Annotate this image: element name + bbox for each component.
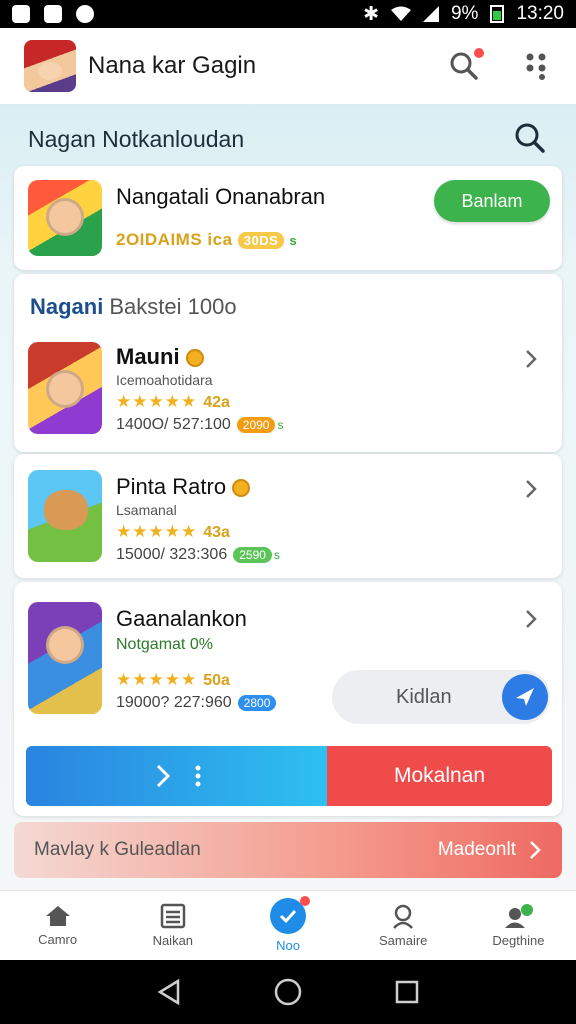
home-icon <box>45 906 70 926</box>
featured-meta-pill: 30DS <box>237 232 285 250</box>
back-icon[interactable] <box>156 978 182 1006</box>
game-thumbnail <box>28 342 102 434</box>
action-bar: Mokalnan <box>26 746 552 806</box>
item-stats: 19000? 227:960 2800 <box>116 694 277 712</box>
nav-search[interactable]: Samaire <box>346 891 461 960</box>
more-options-button[interactable] <box>520 50 552 82</box>
next-action-button[interactable] <box>26 746 327 806</box>
list-item[interactable]: Pinta Ratro Lsamanal ★★★★★ 43a 15000/ 323… <box>14 454 562 578</box>
battery-icon <box>490 5 505 23</box>
app-title: Nana kar Gagin <box>88 52 257 79</box>
notification-dot <box>474 48 484 58</box>
coin-icon <box>185 349 204 368</box>
main-content: Nagan Notkanloudan Nangatali Onanabran 2… <box>0 104 576 890</box>
notification-dot <box>300 896 310 906</box>
featured-game-card[interactable]: Nangatali Onanabran 2OIDAIMS ica 30DS s … <box>14 166 562 270</box>
item-title: Mauni <box>116 344 204 370</box>
list-icon <box>160 903 186 929</box>
bluetooth-icon: ✱ <box>363 3 379 25</box>
battery-percent: 9% <box>450 3 479 24</box>
download-label: Kidlan <box>396 685 452 708</box>
search-icon <box>515 123 545 153</box>
item-rating: ★★★★★ 43a <box>116 522 230 541</box>
chevron-right-icon[interactable] <box>520 608 542 630</box>
nav-list[interactable]: Naikan <box>115 891 230 960</box>
download-button[interactable] <box>502 674 548 720</box>
banner-left-text: Mavlay k Guleadlan <box>34 839 201 860</box>
list-item[interactable]: Gaanalankon Notgamat 0% ★★★★★ 50a 19000? … <box>14 582 562 816</box>
banner-right-link[interactable]: Madeonlt <box>438 839 542 861</box>
app-notification-icon <box>44 5 62 23</box>
chevron-right-icon[interactable] <box>520 478 542 500</box>
item-rating: ★★★★★ 50a <box>116 670 230 689</box>
section-heading: Nagan Notkanloudan <box>28 126 245 152</box>
check-icon <box>279 909 297 924</box>
more-vertical-icon <box>195 765 200 787</box>
search-button[interactable] <box>448 48 484 82</box>
game-thumbnail <box>28 602 102 714</box>
chevron-right-icon[interactable] <box>520 348 542 370</box>
item-stats: 1400O/ 527:100 2090 s <box>116 416 284 433</box>
item-tag: 2590 <box>233 546 272 563</box>
game-thumbnail <box>28 180 102 256</box>
chevron-right-icon <box>156 764 170 788</box>
message-notification-icon <box>76 5 94 23</box>
bottom-navigation: Camro Naikan Noo Samaire Degthine <box>0 890 576 960</box>
nav-home[interactable]: Camro <box>0 891 115 960</box>
user-search-icon <box>393 904 414 929</box>
featured-play-button[interactable]: Banlam <box>434 180 550 222</box>
item-subtitle: Icemoahotidara <box>116 372 213 388</box>
app-notification-icon <box>12 5 30 23</box>
wifi-icon <box>390 6 411 21</box>
home-circle-icon[interactable] <box>273 977 303 1007</box>
nav-center[interactable]: Noo <box>230 891 345 960</box>
game-thumbnail <box>28 470 102 562</box>
clock: 13:20 <box>516 3 564 24</box>
system-navigation <box>0 960 576 1024</box>
status-bar: ✱ 9% 13:20 <box>0 0 576 28</box>
featured-meta: 2OIDAIMS ica 30DS s <box>116 230 298 250</box>
item-tag: 2090 <box>236 416 276 433</box>
send-icon <box>516 688 534 706</box>
section-search-button[interactable] <box>514 122 546 159</box>
item-tag: 2800 <box>237 694 277 711</box>
item-title: Pinta Ratro <box>116 474 251 500</box>
coin-icon <box>232 479 251 498</box>
item-rating: ★★★★★ 42a <box>116 392 230 411</box>
promo-banner[interactable]: Mavlay k Guleadlan Madeonlt <box>14 822 562 878</box>
profile-icon <box>505 904 534 928</box>
list-heading: Nagani Bakstei 100o <box>30 294 237 319</box>
secondary-action-button[interactable]: Mokalnan <box>327 746 552 806</box>
check-button <box>270 896 310 934</box>
item-subtitle: Lsamanal <box>116 502 177 518</box>
item-subtitle: Notgamat 0% <box>116 636 213 653</box>
item-stats: 15000/ 323:306 2590 s <box>116 546 280 563</box>
nav-profile[interactable]: Degthine <box>461 891 576 960</box>
download-pill[interactable]: Kidlan <box>332 670 550 724</box>
recents-icon[interactable] <box>394 979 420 1005</box>
featured-title: Nangatali Onanabran <box>116 184 326 209</box>
app-bar: Nana kar Gagin <box>0 28 576 104</box>
signal-icon <box>422 6 439 22</box>
chevron-right-icon <box>530 841 541 859</box>
item-title: Gaanalankon <box>116 606 247 631</box>
game-list-card: Nagani Bakstei 100o Mauni Icemoahotidara … <box>14 274 562 452</box>
more-options-icon <box>526 53 546 80</box>
avatar[interactable] <box>24 40 76 92</box>
